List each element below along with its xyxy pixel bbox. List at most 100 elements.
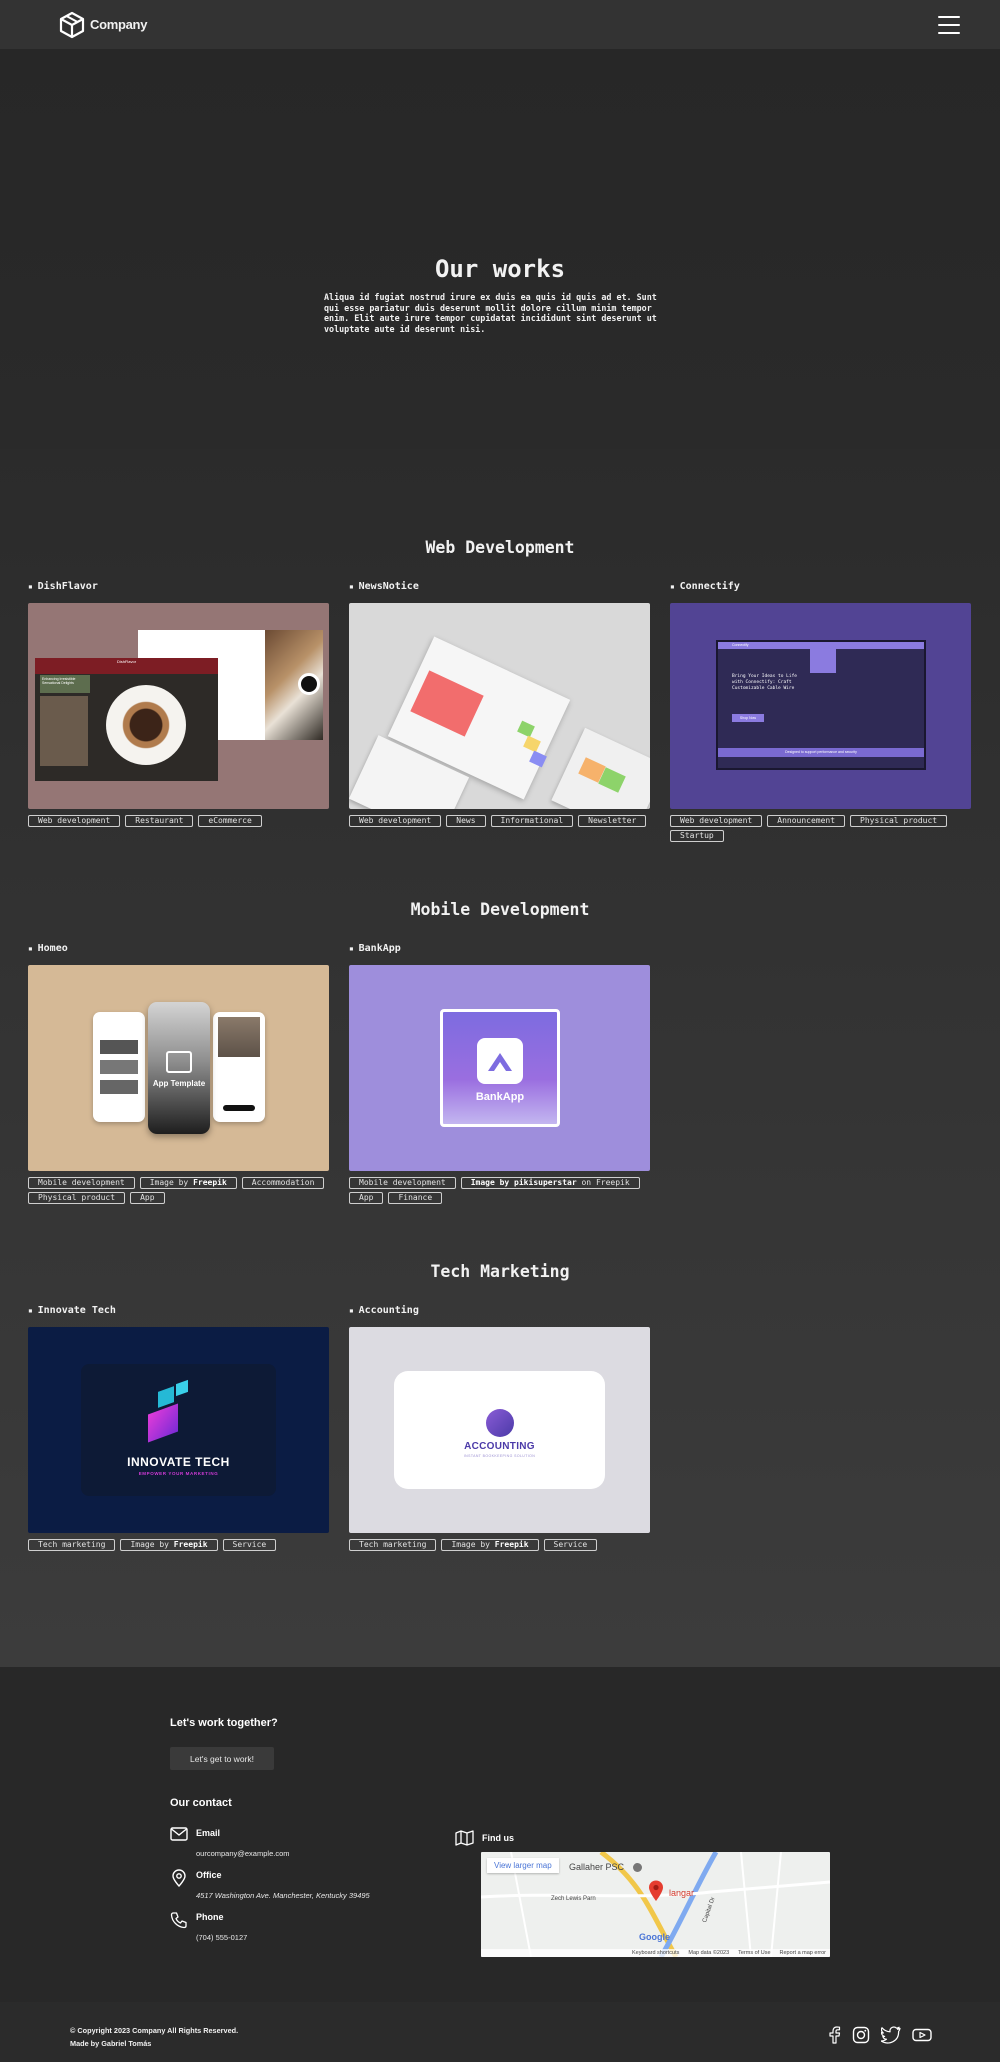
tag[interactable]: Tech marketing xyxy=(28,1539,116,1551)
tag[interactable]: Mobile development xyxy=(28,1177,135,1189)
tag[interactable]: Web development xyxy=(670,815,763,827)
top-navbar: Company xyxy=(0,0,1000,49)
project-card-bankapp: BankApp BankApp Mobile development Image… xyxy=(349,942,650,1204)
tag[interactable]: Service xyxy=(222,1539,277,1551)
tag[interactable]: Physical product xyxy=(850,815,948,827)
connectify-cta: Shop Now xyxy=(732,714,764,722)
project-thumbnail-bankapp[interactable]: BankApp xyxy=(349,965,650,1171)
email-value[interactable]: ourcompany@example.com xyxy=(196,1849,290,1859)
contact-email: Email ourcompany@example.com xyxy=(170,1827,290,1859)
map-icon xyxy=(455,1830,474,1846)
project-card-newsnotice: NewsNotice Web development News Informat… xyxy=(349,580,650,827)
contact-phone: Phone (704) 555-0127 xyxy=(170,1911,247,1943)
tag[interactable]: eCommerce xyxy=(198,815,262,827)
project-card-homeo: Homeo App Template Mobile development Im… xyxy=(28,942,329,1204)
map-road-label: Zech Lewis Parn xyxy=(551,1896,596,1902)
project-card-innovate-tech: Innovate Tech INNOVATE TECH EMPOWER YOUR… xyxy=(28,1304,329,1551)
project-thumbnail-homeo[interactable]: App Template xyxy=(28,965,329,1171)
tag[interactable]: Image by pikisuperstar on Freepik xyxy=(460,1177,640,1189)
tag[interactable]: Startup xyxy=(670,830,724,842)
map-marker-icon[interactable] xyxy=(648,1880,664,1902)
tag-list: Mobile development Image by pikisupersta… xyxy=(349,1177,650,1204)
section-title-web-development: Web Development xyxy=(425,538,575,557)
tag[interactable]: Finance xyxy=(388,1192,443,1204)
tag[interactable]: Tech marketing xyxy=(349,1539,437,1551)
tag-list: Tech marketing Image by Freepik Service xyxy=(28,1539,329,1551)
tag[interactable]: Web development xyxy=(349,815,442,827)
find-us-label: Find us xyxy=(482,1833,514,1843)
connectify-brand: Connectify xyxy=(718,642,924,649)
office-label: Office xyxy=(196,1870,222,1880)
tag[interactable]: Web development xyxy=(28,815,121,827)
project-thumbnail-innovate-tech[interactable]: INNOVATE TECH EMPOWER YOUR MARKETING xyxy=(28,1327,329,1533)
tag[interactable]: Announcement xyxy=(767,815,846,827)
tag[interactable]: Image by Freepik xyxy=(120,1539,218,1551)
project-thumbnail-dishflavor[interactable]: DishFlavor Enhancing Irresistible Sensat… xyxy=(28,603,329,809)
tag[interactable]: Service xyxy=(543,1539,598,1551)
project-title: Connectify xyxy=(670,580,971,594)
project-title: DishFlavor xyxy=(28,580,329,594)
map-keyboard-shortcuts[interactable]: Keyboard shortcuts xyxy=(632,1950,679,1956)
project-thumbnail-connectify[interactable]: Connectify Bring Your Ideas to Life with… xyxy=(670,603,971,809)
tag[interactable]: Restaurant xyxy=(125,815,194,827)
bottom-bar: © Copyright 2023 Company All Rights Rese… xyxy=(0,2002,1000,2062)
tag[interactable]: Image by Freepik xyxy=(139,1177,237,1189)
embedded-map[interactable]: View larger map Gallaher PSC langar Zech… xyxy=(481,1852,830,1957)
map-data-credit: Map data ©2023 xyxy=(688,1950,730,1956)
tag[interactable]: News xyxy=(446,815,486,827)
tag[interactable]: App xyxy=(130,1192,165,1204)
copyright-text: © Copyright 2023 Company All Rights Rese… xyxy=(70,2026,239,2035)
office-value: 4517 Washington Ave. Manchester, Kentuck… xyxy=(196,1891,370,1900)
tag-list: Web development Restaurant eCommerce xyxy=(28,815,329,827)
project-card-accounting: Accounting ACCOUNTING INSTANT BOOKKEEPIN… xyxy=(349,1304,650,1551)
brand-logo[interactable]: Company xyxy=(58,11,147,39)
phone-value[interactable]: (704) 555-0127 xyxy=(196,1933,247,1943)
project-title: BankApp xyxy=(349,942,650,956)
accounting-title: ACCOUNTING xyxy=(464,1441,535,1452)
tag[interactable]: Image by Freepik xyxy=(441,1539,539,1551)
dishflavor-headline: Enhancing Irresistible Sensational Delig… xyxy=(40,675,90,693)
map-poi-icon xyxy=(633,1863,642,1872)
tag[interactable]: Mobile development xyxy=(349,1177,456,1189)
map-place-langar: langar xyxy=(669,1888,695,1898)
youtube-icon[interactable] xyxy=(912,2026,932,2049)
hamburger-menu-icon[interactable] xyxy=(938,15,960,34)
tag-list: Mobile development Image by Freepik Acco… xyxy=(28,1177,329,1204)
contact-office: Office 4517 Washington Ave. Manchester, … xyxy=(170,1869,370,1901)
works-section: Web Development DishFlavor DishFlavor En… xyxy=(0,449,1000,1667)
instagram-icon[interactable] xyxy=(852,2026,870,2049)
tag[interactable]: Physical product xyxy=(28,1192,126,1204)
envelope-icon xyxy=(170,1827,188,1841)
project-thumbnail-newsnotice[interactable] xyxy=(349,603,650,809)
innovate-tech-title: INNOVATE TECH xyxy=(127,1455,230,1469)
accounting-subtitle: INSTANT BOOKKEEPING SOLUTION xyxy=(463,1454,536,1458)
connectify-headline: Bring Your Ideas to Life with Connectify… xyxy=(732,674,798,691)
tag[interactable]: Newsletter xyxy=(578,815,647,827)
tag-list: Web development Announcement Physical pr… xyxy=(670,815,971,842)
made-by-text: Made by Gabriel Tomás xyxy=(70,2039,152,2048)
project-thumbnail-accounting[interactable]: ACCOUNTING INSTANT BOOKKEEPING SOLUTION xyxy=(349,1327,650,1533)
footer: Let's work together? Let's get to work! … xyxy=(0,1667,1000,2002)
tag[interactable]: Informational xyxy=(490,815,574,827)
tag-list: Tech marketing Image by Freepik Service xyxy=(349,1539,650,1551)
map-google-logo: Google xyxy=(639,1932,670,1942)
map-terms-link[interactable]: Terms of Use xyxy=(738,1950,770,1956)
view-larger-map-link[interactable]: View larger map xyxy=(487,1858,559,1873)
connectify-footer-bar: Designed to support performance and secu… xyxy=(718,748,924,757)
tag[interactable]: Accommodation xyxy=(241,1177,325,1189)
copyright-block: © Copyright 2023 Company All Rights Rese… xyxy=(70,2024,238,2050)
hero-description: Aliqua id fugiat nostrud irure ex duis e… xyxy=(324,292,657,334)
project-title: Innovate Tech xyxy=(28,1304,329,1318)
social-links xyxy=(827,2026,932,2049)
tag[interactable]: App xyxy=(349,1192,384,1204)
section-title-mobile-development: Mobile Development xyxy=(410,900,590,919)
map-attribution: Keyboard shortcuts Map data ©2023 Terms … xyxy=(481,1949,830,1957)
twitter-icon[interactable] xyxy=(880,2026,901,2049)
cta-title: Let's work together? xyxy=(170,1717,278,1729)
section-title-tech-marketing: Tech Marketing xyxy=(430,1262,570,1281)
facebook-icon[interactable] xyxy=(827,2026,841,2049)
map-place-gallaher: Gallaher PSC xyxy=(569,1862,625,1872)
map-report-link[interactable]: Report a map error xyxy=(780,1950,826,1956)
get-to-work-button[interactable]: Let's get to work! xyxy=(170,1747,274,1770)
contact-title: Our contact xyxy=(170,1797,232,1809)
